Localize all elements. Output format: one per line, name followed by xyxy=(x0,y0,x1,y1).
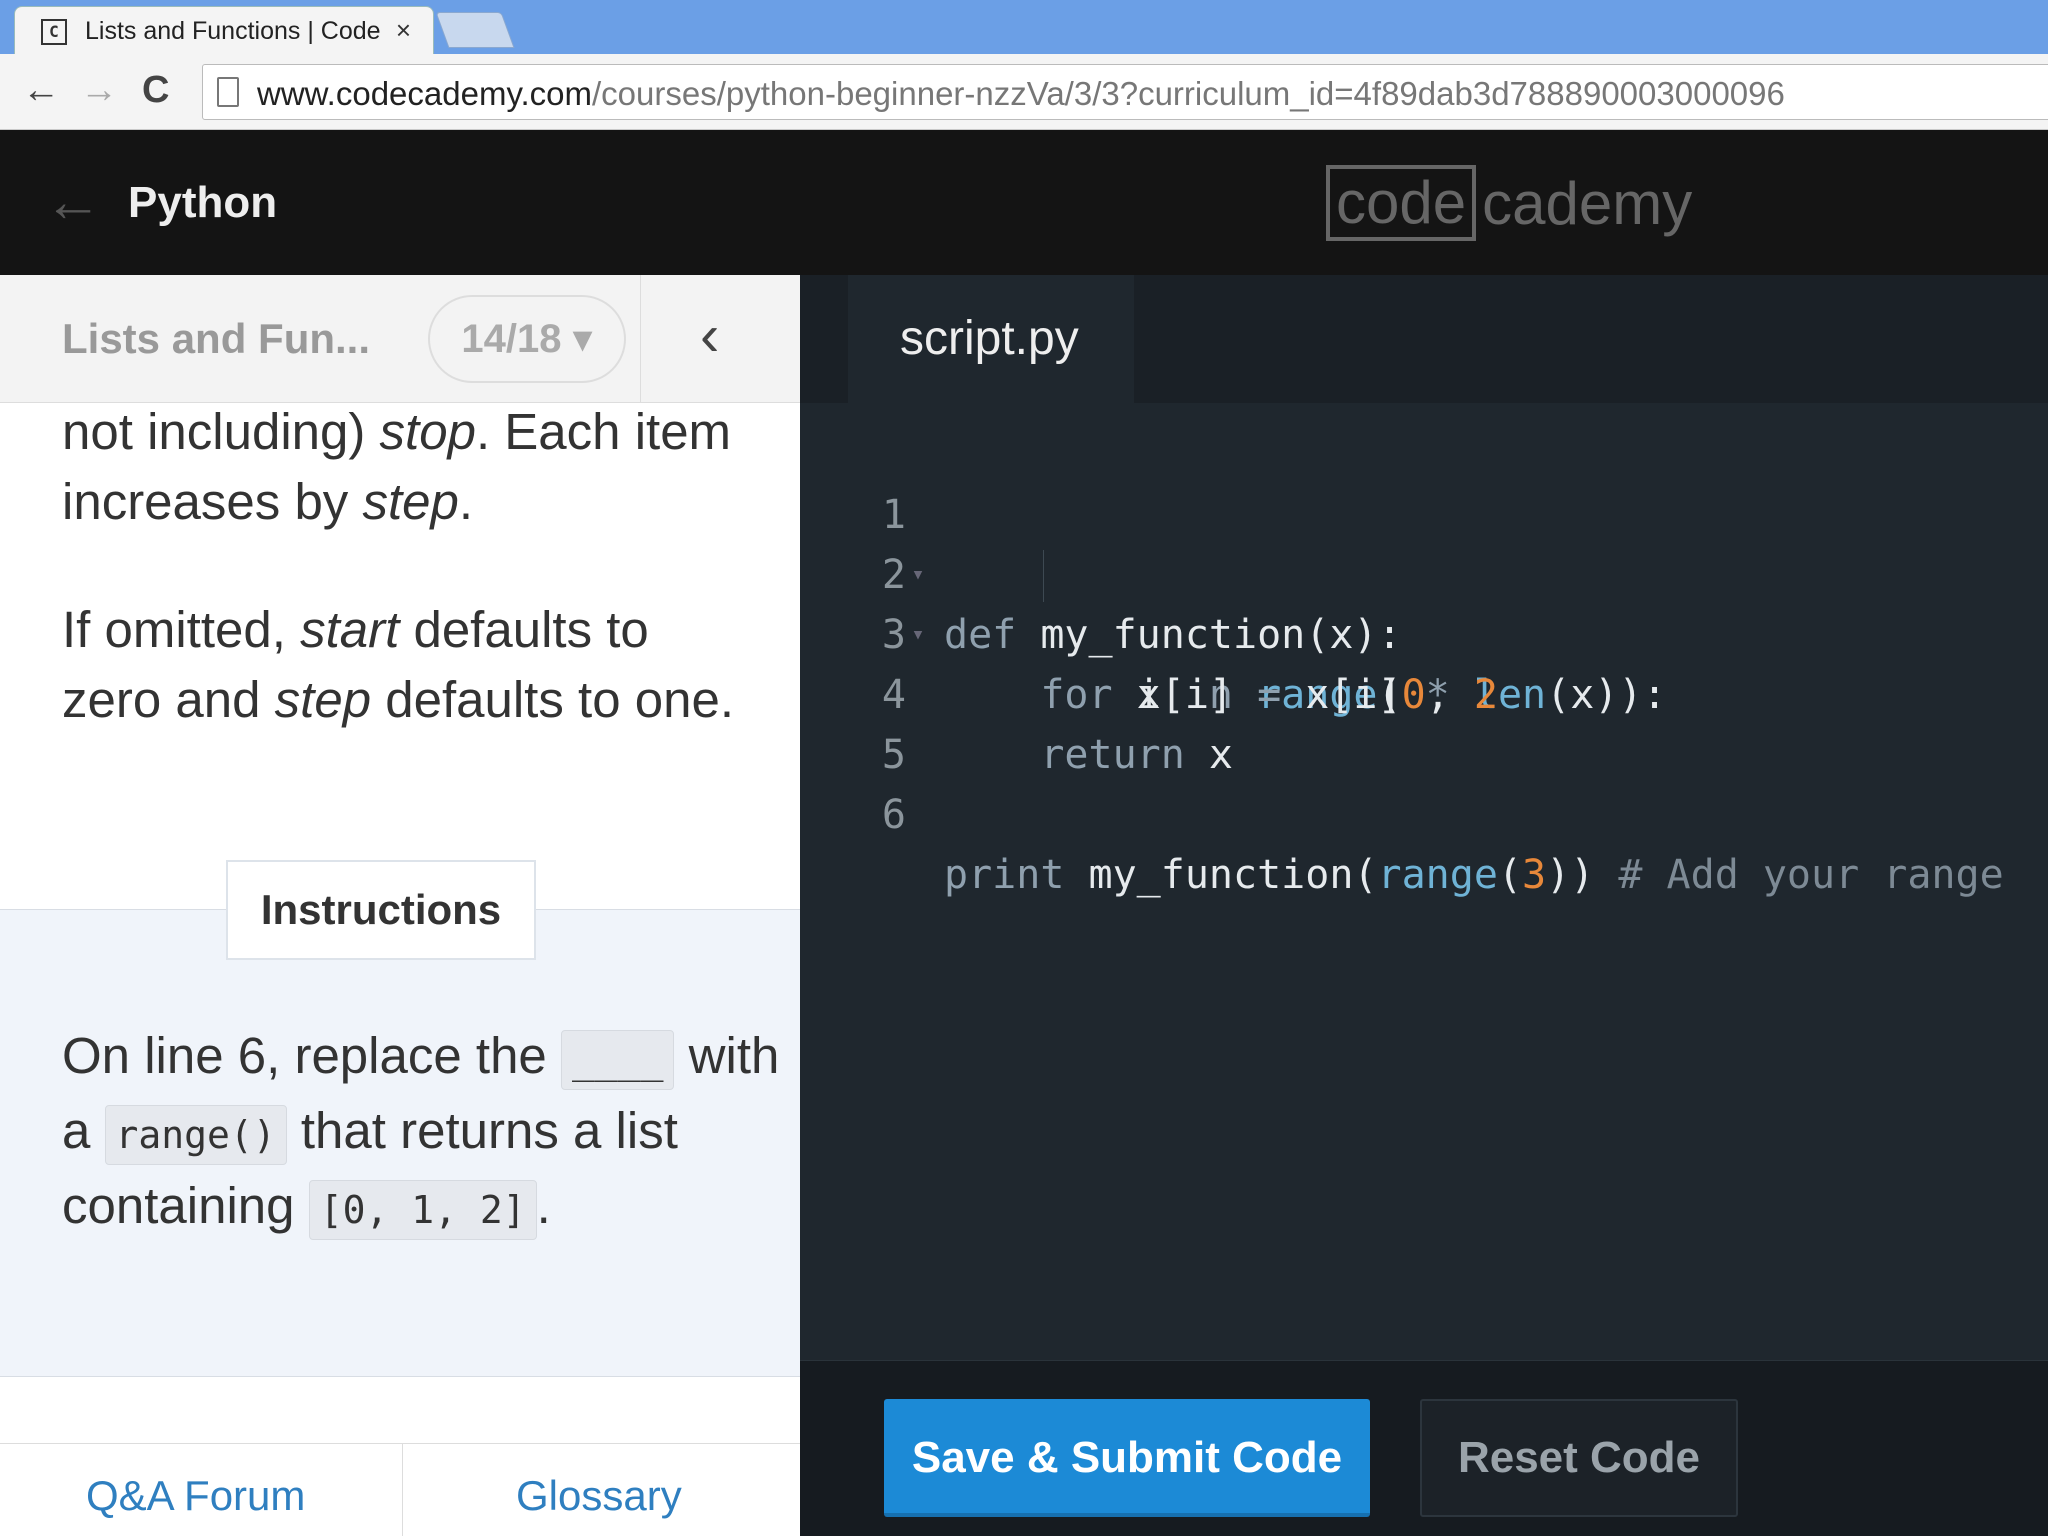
token: range xyxy=(1377,852,1498,898)
editor-footer: Save & Submit Code Reset Code xyxy=(800,1360,2048,1536)
new-tab-button[interactable] xyxy=(435,12,515,48)
back-arrow-icon[interactable]: ← xyxy=(44,172,102,232)
logo-boxed-text: code xyxy=(1326,165,1477,241)
token: print xyxy=(944,852,1065,898)
url-host: www.codecademy.com xyxy=(257,75,593,112)
text: . xyxy=(536,1177,551,1234)
code-editor: script.py 1 ▾ def my_function(x): 2 ▾ fo… xyxy=(800,275,2048,1536)
glossary-link[interactable]: Glossary xyxy=(516,1472,682,1520)
code-line-5[interactable]: 5 xyxy=(800,665,2048,778)
browser-toolbar: ← → C www.codecademy.com/courses/python-… xyxy=(0,54,2048,130)
url-path: /courses/python-beginner-nzzVa/3/3?curri… xyxy=(592,75,1785,112)
code-line-4[interactable]: 4 return x xyxy=(800,605,2048,778)
token: my_function( xyxy=(1064,852,1378,898)
qa-forum-link[interactable]: Q&A Forum xyxy=(86,1472,305,1520)
course-title[interactable]: Python xyxy=(128,178,277,228)
url-text: www.codecademy.com/courses/python-beginn… xyxy=(257,75,1785,113)
site-header: ← Python code cademy xyxy=(0,130,2048,275)
token: ( xyxy=(1497,852,1523,898)
lesson-name[interactable]: Lists and Fun... xyxy=(62,315,370,363)
text: defaults to one. xyxy=(371,671,734,728)
text: . xyxy=(458,473,474,530)
divider xyxy=(640,275,641,403)
codecademy-logo[interactable]: code cademy xyxy=(1326,162,1692,244)
address-bar[interactable]: www.codecademy.com/courses/python-beginn… xyxy=(202,64,2048,120)
lesson-paragraph-1: not including) stop. Each item increases… xyxy=(62,397,762,537)
instructions-panel: Instructions On line 6, replace the ____… xyxy=(0,860,800,1377)
codecademy-favicon-icon: C xyxy=(41,19,67,45)
reset-code-button[interactable]: Reset Code xyxy=(1420,1399,1738,1517)
browser-tabstrip: C Lists and Functions | Code × xyxy=(0,0,2048,54)
text: If omitted, xyxy=(62,601,301,658)
logo-rest-text: cademy xyxy=(1482,169,1693,237)
code-list: [0, 1, 2] xyxy=(308,1180,537,1240)
lesson-paragraph-2: If omitted, start defaults to zero and s… xyxy=(62,595,762,735)
term-start: start xyxy=(300,601,400,658)
tab-instructions[interactable]: Instructions xyxy=(226,860,536,960)
back-icon[interactable]: ← xyxy=(22,68,60,112)
lesson-panel: not including) stop. Each item increases… xyxy=(0,275,800,1536)
code-blank: ____ xyxy=(560,1030,675,1090)
reload-icon[interactable]: C xyxy=(142,68,169,112)
save-submit-button[interactable]: Save & Submit Code xyxy=(884,1399,1370,1517)
code-line-1[interactable]: 1 ▾ def my_function(x): xyxy=(800,425,2048,658)
page-icon xyxy=(217,77,239,107)
term-step: step xyxy=(274,671,372,728)
term-step: step xyxy=(362,473,459,530)
token: )) xyxy=(1546,852,1619,898)
tab-close-icon[interactable]: × xyxy=(396,15,411,46)
instructions-text: On line 6, replace the ____ with a range… xyxy=(62,1018,782,1243)
progress-dropdown[interactable]: 14/18 ▾ xyxy=(428,295,626,383)
lesson-description: not including) stop. Each item increases… xyxy=(62,397,762,793)
code-line-2[interactable]: 2 ▾ for i in range(0, len(x)): xyxy=(800,485,2048,718)
lesson-header: Lists and Fun... 14/18 ▾ ‹ xyxy=(0,275,800,403)
code-line-6[interactable]: 6 print my_function(range(3)) # Add your… xyxy=(800,725,2048,898)
text: not including) xyxy=(62,403,380,460)
browser-tab[interactable]: C Lists and Functions | Code × xyxy=(14,6,434,54)
code-range: range() xyxy=(104,1105,287,1165)
code-area[interactable]: 1 ▾ def my_function(x): 2 ▾ for i in ran… xyxy=(800,425,2048,898)
editor-tab-bar: script.py xyxy=(800,275,2048,403)
tab-title: Lists and Functions | Code xyxy=(85,17,381,45)
line-number: 6 xyxy=(881,792,906,838)
text: On line 6, replace the xyxy=(62,1027,561,1084)
tab-script-py[interactable]: script.py xyxy=(848,275,1134,403)
collapse-panel-icon[interactable]: ‹ xyxy=(700,301,719,371)
token: # Add your range xyxy=(1618,852,2004,898)
code-line-3[interactable]: 3 x[i] = x[i] * 2 xyxy=(800,545,2048,718)
term-stop: stop xyxy=(379,403,476,460)
forward-icon[interactable]: → xyxy=(80,68,118,112)
lesson-footer: Q&A Forum Glossary xyxy=(0,1443,800,1536)
token: 3 xyxy=(1522,852,1547,898)
divider xyxy=(402,1444,403,1536)
